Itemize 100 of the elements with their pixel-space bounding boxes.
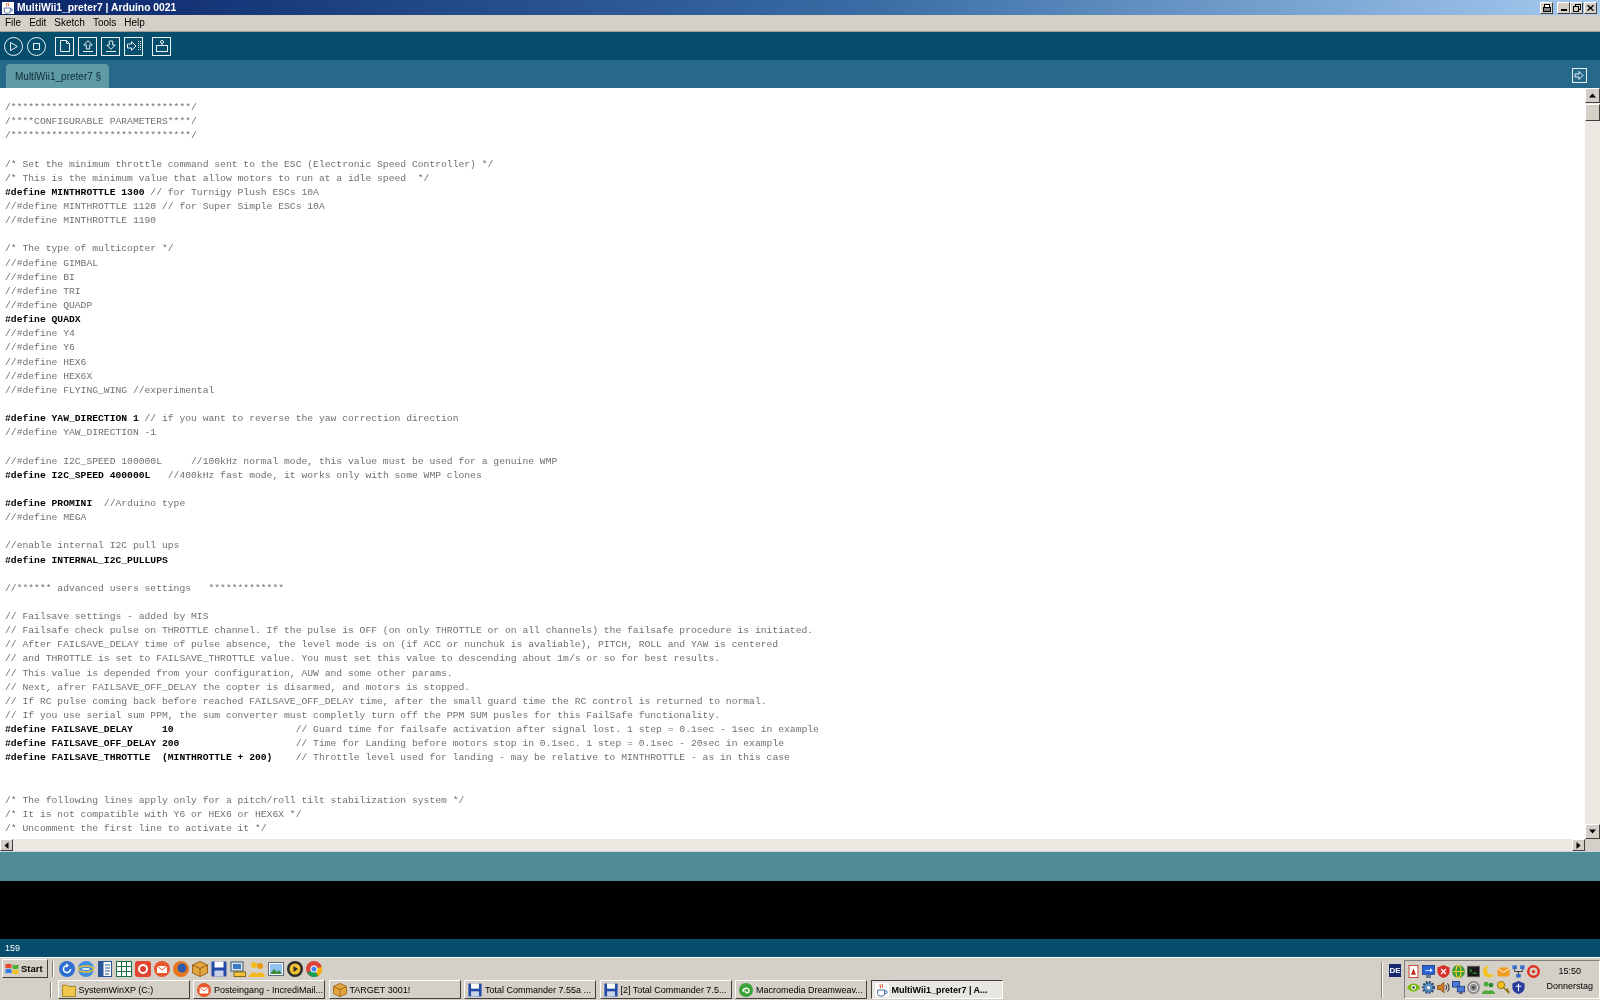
close-icon [1587, 4, 1594, 11]
gear-icon[interactable] [1422, 981, 1435, 994]
code-line: // If RC pulse coming back before reached FAILSAVE_OFF_DELAY time, after the small guard time the RC control is returned to normal. [5, 694, 767, 709]
code-line: /* The type of multicopter */ [5, 242, 174, 257]
ring-tile-icon[interactable] [135, 960, 151, 977]
taskbar-button[interactable]: SystemWinXP (C:) [57, 980, 190, 999]
horizontal-scrollbar[interactable] [0, 839, 1585, 851]
editor-tab[interactable]: MultiWii1_preter7 § [6, 64, 110, 88]
monitor-icon[interactable] [1422, 965, 1435, 978]
taskbar-button[interactable]: TARGET 3001! [328, 980, 461, 999]
arrow-box-icon[interactable] [1572, 67, 1587, 83]
package-icon [332, 982, 347, 997]
restore-button[interactable] [1570, 1, 1583, 14]
vertical-scrollbar[interactable] [1585, 88, 1600, 839]
shield-icon[interactable] [1437, 965, 1450, 978]
minimize-icon [1560, 8, 1567, 11]
code-line: //#define YAW_DIRECTION -1 [5, 426, 157, 441]
code-line: //#define MEGA [5, 511, 87, 526]
menu-item[interactable]: Sketch [51, 16, 88, 30]
code-line: #define INTERNAL_I2C_PULLUPS [5, 553, 168, 568]
flag-icon [5, 962, 19, 975]
restore-icon [1572, 3, 1581, 12]
stop-icon [33, 42, 40, 50]
down-arrow-icon [105, 40, 116, 52]
ball-icon[interactable] [173, 960, 189, 977]
scroll-down-button[interactable] [1585, 824, 1600, 839]
close-button[interactable] [1584, 1, 1597, 14]
folder-icon [61, 982, 76, 997]
scroll-left-button[interactable] [0, 839, 13, 851]
refresh-icon[interactable] [59, 960, 75, 977]
computer-icon[interactable] [230, 960, 246, 977]
code-line: #define YAW_DIRECTION 1 // if you want to reverse the yaw correction direction [5, 412, 459, 427]
code-line: // Failsafe check pulse on THROTTLE channel. If the pulse is OFF (on only THROTTLE or on all channels) the failsafe procedure is initiated. [5, 624, 814, 639]
language-indicator[interactable]: DE [1389, 964, 1401, 977]
code-line: //#define QUADP [5, 298, 93, 313]
line-number: 159 [5, 942, 21, 954]
minimize-button[interactable] [1557, 1, 1570, 14]
page-icon[interactable] [1407, 965, 1420, 978]
taskbar-button[interactable]: MultiWii1_preter7 | A... [870, 980, 1003, 999]
menu-item[interactable]: File [2, 16, 25, 30]
speaker-icon[interactable] [1437, 981, 1450, 994]
upload-button[interactable] [124, 36, 143, 56]
disc-icon[interactable] [1467, 981, 1480, 994]
scroll-up-button[interactable] [1585, 88, 1600, 103]
page-icon [59, 40, 70, 52]
code-line: // If you use serial sum PPM, the sum converter must completly turn off the PPM SUM pusles for this FailSafe functionality. [5, 709, 721, 724]
spreadsheet-icon[interactable] [116, 960, 132, 977]
title-bar-button[interactable] [1540, 1, 1553, 14]
taskbar-button[interactable]: Macromedia Dreamweav... [735, 980, 867, 999]
terminal-icon[interactable] [1467, 965, 1480, 978]
code-line: // Next, afrer FAILSAVE_OFF_DELAY the copter is disarmed, and motors is stopped. [5, 680, 471, 695]
code-line: /* Uncomment the first line to activate it */ [5, 822, 267, 837]
taskbar-button[interactable]: [2] Total Commander 7.5... [599, 980, 732, 999]
code-line: #define FAILSAVE_DELAY 10 // Guard time for failsafe activation after signal lost. 1 step = 0.1sec - 1sec in example [5, 723, 819, 738]
left-arrow-icon [3, 841, 10, 849]
code-line: #define MINTHROTTLE 1300 // for Turnigy Plush ESCs 10A [5, 185, 319, 200]
code-line: //enable internal I2C pull ups [5, 539, 180, 554]
scroll-thumb[interactable] [1585, 104, 1600, 121]
code-line: // This value is depended from your configuration, AUW and some other params. [5, 666, 453, 681]
menu-item[interactable]: Tools [89, 16, 120, 30]
clock-time: 15:50 [1558, 966, 1581, 977]
code-line: //#define MINTHROTTLE 1190 [5, 214, 157, 229]
code-line: //#define GIMBAL [5, 256, 98, 271]
swirl-icon [739, 982, 753, 997]
code-line: /*******************************/ [5, 129, 197, 144]
code-line: //#define Y6 [5, 341, 75, 356]
menu-item[interactable]: Edit [26, 16, 50, 30]
up-arrow-icon [1589, 92, 1596, 99]
code-line: //#define HEX6X [5, 369, 93, 384]
start-button[interactable]: Start [2, 959, 48, 978]
code-line: /*******************************/ [5, 101, 197, 115]
new-button[interactable] [55, 36, 74, 56]
code-line: //#define HEX6 [5, 355, 87, 370]
network-icon[interactable] [1512, 965, 1525, 978]
envelope-icon [197, 982, 211, 997]
printer-icon [1542, 3, 1551, 12]
code-line: //#define FLYING_WING //experimental [5, 383, 215, 398]
save-button[interactable] [101, 36, 120, 56]
pin-box-icon [155, 40, 168, 52]
scroll-right-button[interactable] [1572, 839, 1585, 851]
code-line: /* This is the minimum value that allow motors to run at a idle speed */ [5, 171, 430, 186]
play-icon [9, 41, 18, 51]
envelope-icon[interactable] [154, 960, 170, 977]
shield-icon[interactable] [1512, 981, 1525, 994]
monitor-button[interactable] [152, 36, 171, 56]
monitors-icon[interactable] [1452, 981, 1465, 994]
right-arrow-icon [1575, 841, 1582, 849]
open-button[interactable] [78, 36, 97, 56]
cup-icon [874, 982, 889, 997]
picture-icon[interactable] [268, 960, 284, 977]
code-line: // Failsave settings - added by MIS [5, 610, 209, 625]
code-line: //****** advanced users settings ************* [5, 581, 285, 596]
code-line: /* Set the minimum throttle command sent to the ESC (Electronic Speed Controller) */ [5, 157, 494, 172]
play-circle-icon[interactable] [287, 960, 303, 977]
code-line: #define FAILSAVE_OFF_DELAY 200 // Time for Landing before motors stop in 0.1sec. 1 step = 0.1sec - 20sec in example [5, 737, 784, 752]
taskbar-button[interactable]: Total Commander 7.55a ... [464, 980, 596, 999]
document-icon[interactable] [97, 960, 113, 977]
taskbar-button[interactable]: Posteingang - IncrediMail... [193, 980, 325, 999]
eye-icon[interactable] [1407, 981, 1420, 994]
menu-item[interactable]: Help [121, 16, 148, 30]
